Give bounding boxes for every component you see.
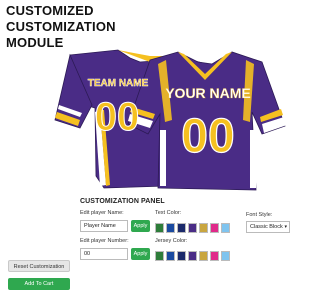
jersey-color-swatches (155, 248, 232, 266)
swatch-purple[interactable] (188, 251, 197, 261)
swatch-gold[interactable] (199, 251, 208, 261)
apply-number-button[interactable]: Apply (131, 248, 150, 260)
font-style-value: Classic Block (250, 224, 283, 230)
text-color-swatches (155, 220, 232, 238)
swatch-blue[interactable] (166, 223, 175, 233)
font-style-select[interactable]: Classic Block ▾ (246, 221, 290, 233)
swatch-green[interactable] (155, 223, 164, 233)
swatch-gold[interactable] (199, 223, 208, 233)
swatch-light-blue[interactable] (221, 251, 230, 261)
swatch-green[interactable] (155, 251, 164, 261)
jersey-color-label: Jersey Color: (155, 238, 188, 244)
swatch-blue[interactable] (166, 251, 175, 261)
apply-name-button[interactable]: Apply (131, 220, 150, 232)
panel-title: CUSTOMIZATION PANEL (80, 198, 165, 205)
swatch-pink[interactable] (210, 251, 219, 261)
player-number-input[interactable]: 00 (80, 248, 128, 260)
swatch-navy[interactable] (177, 223, 186, 233)
player-number-label: Edit player Number: (80, 238, 129, 244)
jersey-preview: TEAM NAME 00 YOUR NAME 00 (54, 49, 287, 191)
player-name-label: Edit player Name: (80, 210, 124, 216)
add-to-cart-button[interactable]: Add To Cart (8, 278, 70, 290)
swatch-pink[interactable] (210, 223, 219, 233)
swatch-purple[interactable] (188, 223, 197, 233)
reset-customization-button[interactable]: Reset Customization (8, 260, 70, 272)
front-number-text: 00 (181, 110, 234, 163)
back-name-text: TEAM NAME (88, 78, 149, 89)
front-name-text: YOUR NAME (165, 85, 251, 101)
swatch-light-blue[interactable] (221, 223, 230, 233)
font-style-label: Font Style: (246, 212, 273, 218)
chevron-down-icon: ▾ (284, 224, 287, 230)
swatch-navy[interactable] (177, 251, 186, 261)
player-name-input[interactable]: Player Name (80, 220, 128, 232)
text-color-label: Text Color: (155, 210, 182, 216)
back-number-text: 00 (95, 95, 140, 139)
